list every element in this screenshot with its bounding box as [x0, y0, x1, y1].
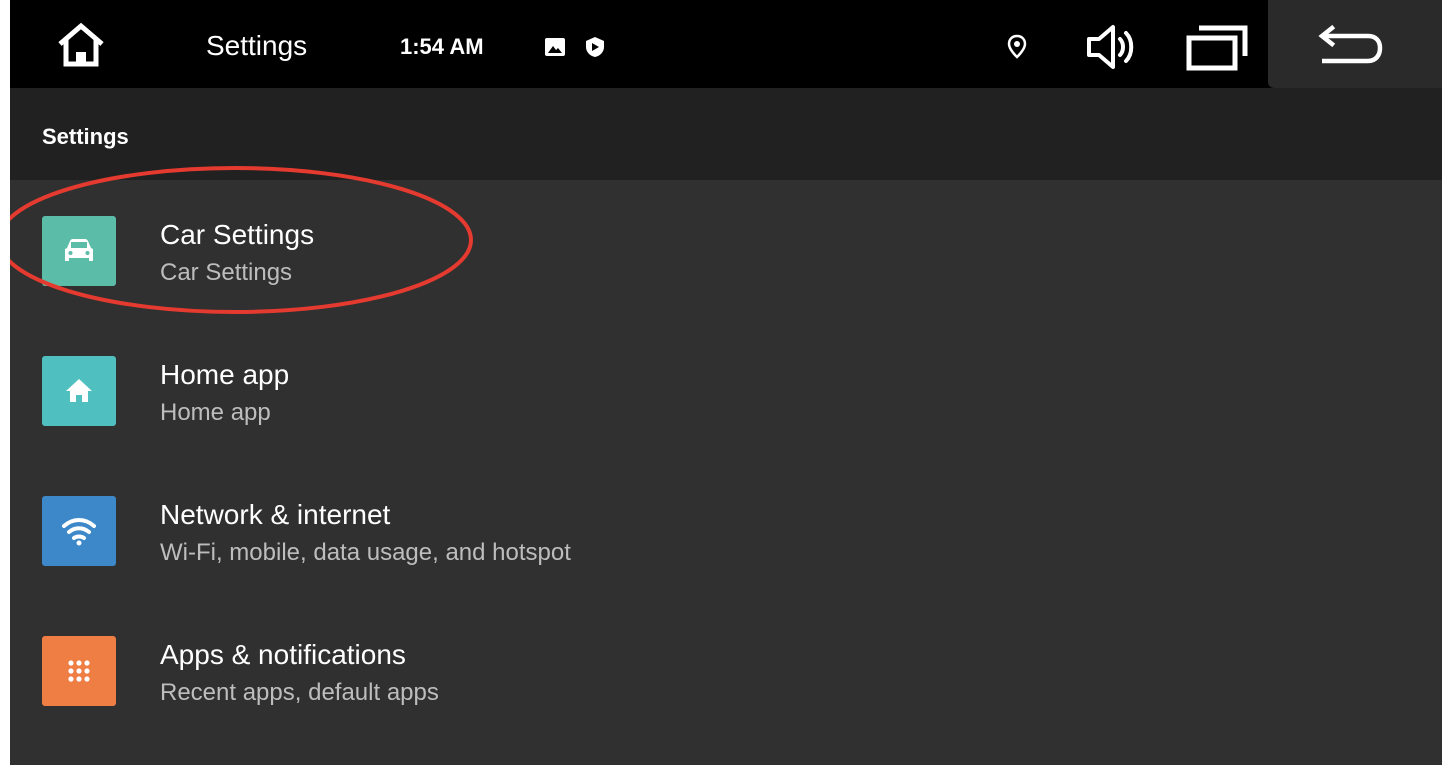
recent-apps-icon	[1186, 25, 1248, 71]
car-settings-icon-tile	[42, 216, 116, 286]
back-button[interactable]	[1268, 0, 1442, 88]
volume-button[interactable]	[1085, 23, 1141, 71]
settings-item-home-app[interactable]: Home app Home app	[10, 320, 1442, 460]
settings-item-title: Apps & notifications	[160, 639, 406, 670]
volume-icon	[1087, 25, 1134, 69]
settings-item-title: Network & internet	[160, 499, 391, 530]
clock: 1:54 AM	[400, 34, 484, 59]
apps-grid-icon	[68, 660, 90, 682]
home-button[interactable]	[56, 20, 106, 70]
settings-item-subtitle: Recent apps, default apps	[160, 679, 439, 706]
wifi-icon	[62, 518, 96, 546]
settings-screen: Settings 1:54 AM Settings Car Settings C…	[10, 0, 1442, 765]
network-icon-tile	[42, 496, 116, 566]
settings-item-title: Car Settings	[160, 219, 315, 250]
recent-apps-button[interactable]	[1185, 22, 1251, 72]
back-icon	[1318, 24, 1383, 64]
settings-item-apps-notifications[interactable]: Apps & notifications Recent apps, defaul…	[10, 600, 1442, 740]
settings-item-network-internet[interactable]: Network & internet Wi-Fi, mobile, data u…	[10, 460, 1442, 600]
location-icon	[1006, 34, 1028, 60]
home-icon	[66, 379, 92, 402]
home-app-icon-tile	[42, 356, 116, 426]
image-notification-icon	[544, 36, 566, 58]
settings-item-car-settings[interactable]: Car Settings Car Settings	[10, 180, 1442, 320]
home-icon	[58, 22, 104, 67]
car-icon	[65, 239, 93, 261]
settings-list: Car Settings Car Settings Home app Home …	[10, 180, 1442, 740]
settings-item-title: Home app	[160, 359, 290, 390]
page-title: Settings	[42, 124, 129, 149]
page-header: Settings	[10, 88, 1442, 180]
status-bar-title: Settings	[206, 30, 308, 61]
settings-item-subtitle: Wi-Fi, mobile, data usage, and hotspot	[160, 539, 571, 566]
shield-notification-icon	[584, 36, 606, 58]
status-bar: Settings 1:54 AM	[10, 0, 1442, 88]
settings-item-subtitle: Car Settings	[160, 259, 293, 286]
apps-icon-tile	[42, 636, 116, 706]
settings-item-subtitle: Home app	[160, 399, 271, 426]
